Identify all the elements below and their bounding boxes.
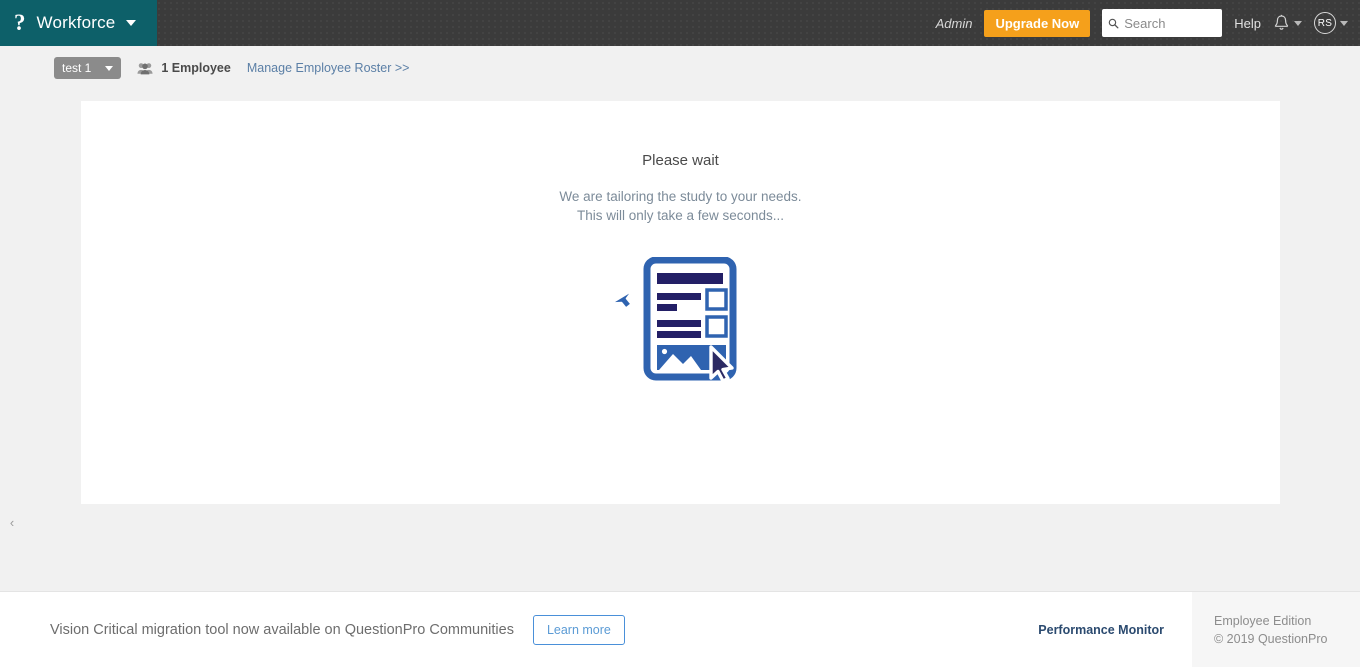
top-navigation-bar: ? Workforce Admin Upgrade Now Help [0,0,1360,46]
project-selector-label: test 1 [62,61,92,75]
people-group-icon [137,62,153,74]
survey-document-graphic [610,256,736,383]
admin-label[interactable]: Admin [936,16,973,31]
search-input[interactable] [1124,15,1217,31]
edition-label: Employee Edition [1214,613,1312,628]
chevron-down-icon[interactable] [126,20,137,26]
upgrade-now-button[interactable]: Upgrade Now [984,9,1091,37]
top-bar-right-cluster: Admin Upgrade Now Help RS [936,0,1360,46]
document-checkbox [704,288,728,311]
edition-info-box: Employee Edition © 2019 QuestionPro [1192,591,1360,667]
document-text-line [656,331,701,338]
loading-message-line-2: This will only take a few seconds... [576,208,785,223]
context-sub-bar: test 1 1 Employee Manage Employee Roster… [0,46,1360,90]
copyright-label: © 2019 QuestionPro [1214,631,1328,646]
document-checkbox [704,315,728,338]
avatar[interactable]: RS [1314,12,1336,34]
search-icon [1108,18,1119,28]
pointer-arrow-icon [610,290,633,309]
image-sun-dot [661,348,667,355]
document-text-line [656,293,701,300]
chevron-down-icon[interactable] [1340,20,1348,26]
manage-employee-roster-link[interactable]: Manage Employee Roster >> [247,61,410,75]
page-footer: Vision Critical migration tool now avail… [0,591,1360,667]
project-selector-chip[interactable]: test 1 [54,57,122,79]
learn-more-button[interactable]: Learn more [532,614,625,645]
product-name-label: Workforce [36,13,116,32]
questionpro-logo-icon: ? [14,9,26,35]
help-link[interactable]: Help [1234,16,1261,31]
chevron-left-icon: ‹ [9,514,15,530]
document-text-line [656,304,677,311]
app-root: ? Workforce Admin Upgrade Now Help [0,0,1360,667]
promo-text: Vision Critical migration tool now avail… [50,621,514,638]
document-header-bar [656,273,723,284]
brand-logo-block[interactable]: ? Workforce [0,0,157,46]
chevron-down-icon[interactable] [1294,20,1302,26]
user-account-menu[interactable]: RS [1314,12,1348,34]
document-text-line [656,320,701,327]
loading-panel: Please wait We are tailoring the study t… [81,101,1280,387]
search-box[interactable] [1102,9,1223,37]
performance-monitor-link[interactable]: Performance Monitor [1038,623,1164,637]
employee-count: 1 Employee [137,61,231,75]
main-content-card: Please wait We are tailoring the study t… [81,101,1280,504]
loading-message-line-1: We are tailoring the study to your needs… [559,189,802,204]
notifications-menu[interactable] [1273,14,1302,33]
bell-icon[interactable] [1273,14,1290,33]
survey-document-illustration [601,256,761,387]
page-title: Please wait [642,152,719,169]
footer-promo: Vision Critical migration tool now avail… [0,614,625,645]
sidebar-collapse-toggle[interactable]: ‹ [4,513,20,531]
chevron-down-icon[interactable] [105,65,114,71]
employee-count-label: 1 Employee [161,61,231,75]
